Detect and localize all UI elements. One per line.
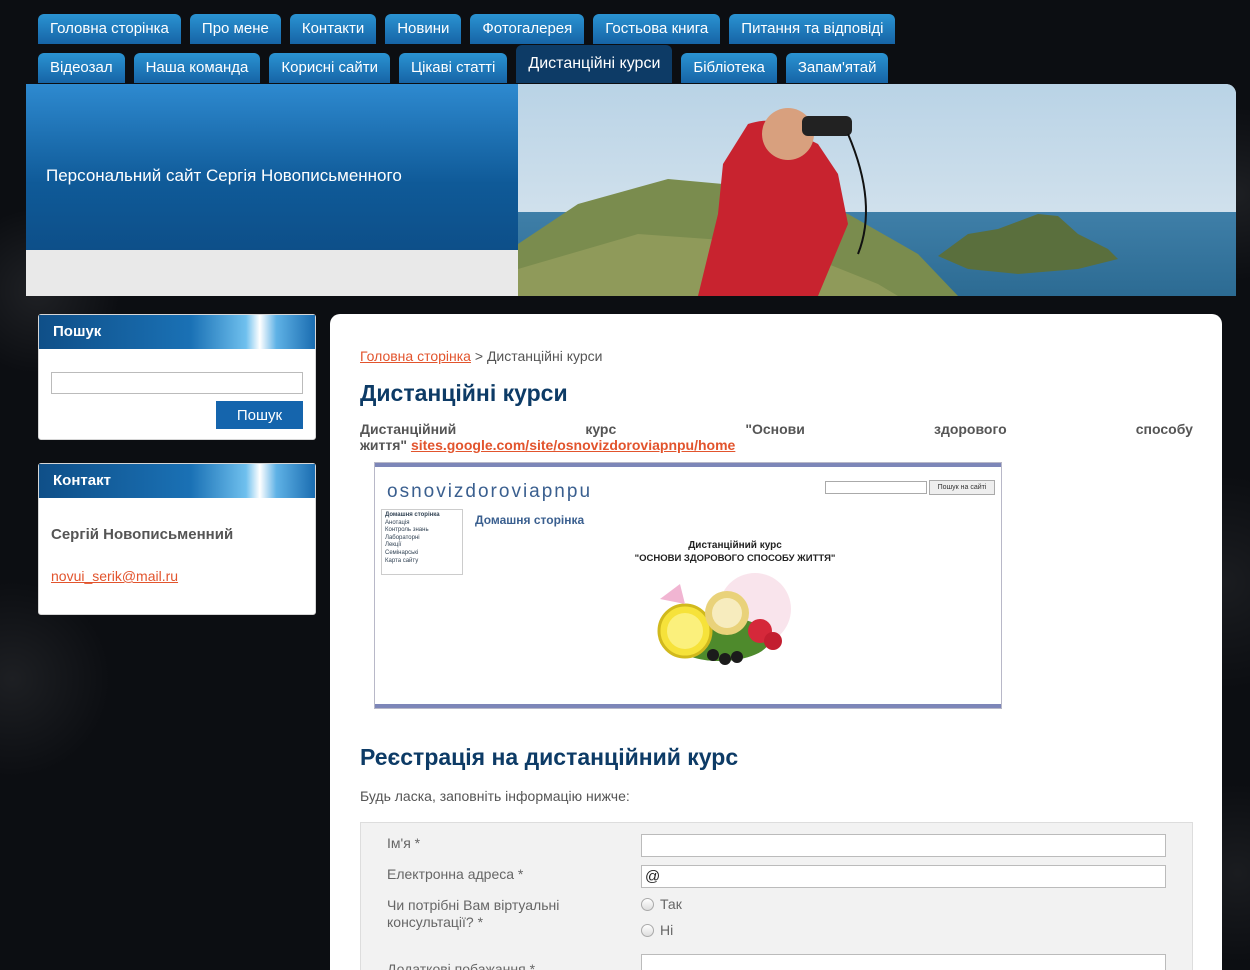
embedded-nav-item: Семінарські	[385, 549, 419, 556]
wishes-input[interactable]	[641, 954, 1166, 970]
embedded-course-line-1: Дистанційний курс	[688, 540, 782, 551]
tab-guestbook[interactable]: Гостьова книга	[593, 14, 721, 44]
search-widget: Пошук Пошук	[38, 314, 316, 440]
site-title: Персональний сайт Сергія Новописьменного	[46, 166, 402, 185]
intro-word: курс	[585, 421, 617, 437]
tab-remember[interactable]: Запам'ятай	[785, 53, 889, 83]
contact-widget: Контакт Сергій Новописьменний novui_seri…	[38, 463, 316, 615]
breadcrumb-current: Дистанційні курси	[486, 348, 603, 364]
registration-hint: Будь ласка, заповніть інформацію нижче:	[360, 788, 630, 804]
tab-about[interactable]: Про мене	[189, 14, 281, 44]
search-input[interactable]	[51, 372, 303, 394]
page-title: Дистанційні курси	[360, 380, 568, 406]
tab-distance-courses[interactable]: Дистанційні курси	[516, 45, 673, 83]
consult-label: Чи потрібні Вам віртуальні консультації?…	[387, 897, 560, 930]
intro-word: "Основи	[745, 421, 805, 437]
course-intro: Дистанційний курс "Основи здорового спос…	[360, 421, 1193, 453]
header-banner: Персональний сайт Сергія Новописьменного	[26, 84, 518, 250]
embedded-page-heading: Домашня сторінка	[475, 513, 585, 527]
embedded-nav-item: Лекції	[385, 542, 402, 549]
embedded-nav-item: Анотація	[385, 519, 410, 526]
intro-word: життя"	[360, 437, 408, 453]
embedded-course-line-2: "ОСНОВИ ЗДОРОВОГО СПОСОБУ ЖИТТЯ"	[634, 553, 836, 564]
contact-name: Сергій Новописьменний	[51, 526, 234, 543]
site-wrapper: Головна сторінка Про мене Контакти Новин…	[26, 0, 1238, 970]
embedded-nav-item: Домашня сторінка	[385, 512, 440, 518]
tab-articles[interactable]: Цікаві статті	[398, 53, 508, 83]
email-label: Електронна адреса *	[387, 866, 524, 882]
email-input[interactable]: @	[641, 865, 1166, 888]
screenshot-top-bar	[375, 463, 1001, 467]
embedded-nav-item: Лабораторні	[385, 534, 420, 541]
name-input[interactable]	[641, 834, 1166, 857]
course-site-screenshot[interactable]: osnovizdoroviapnpu Пошук на сайті Домашн…	[374, 462, 1002, 709]
course-site-link[interactable]: sites.google.com/site/osnovizdoroviapnpu…	[411, 437, 735, 453]
name-label: Ім'я *	[387, 835, 421, 851]
embedded-site-title: osnovizdoroviapnpu	[387, 481, 593, 502]
contact-email-link[interactable]: novui_serik@mail.ru	[51, 568, 178, 584]
embedded-nav-item: Контроль знань	[385, 527, 429, 534]
fruit-illustration	[657, 573, 791, 665]
nav-row-2: Відеозал Наша команда Корисні сайти Ціка…	[38, 45, 889, 83]
nav-row-1: Головна сторінка Про мене Контакти Новин…	[38, 14, 896, 44]
intro-word: Дистанційний	[360, 421, 457, 437]
main-content: Головна сторінка > Дистанційні курси Дис…	[330, 314, 1222, 970]
header-photo	[518, 84, 1236, 296]
embedded-search-input	[825, 481, 927, 494]
intro-word: способу	[1135, 421, 1193, 437]
contact-widget-title: Контакт	[39, 464, 315, 498]
screenshot-bottom-bar	[375, 704, 1001, 708]
tab-useful-sites[interactable]: Корисні сайти	[269, 53, 390, 83]
wishes-label: Додаткові побажання *	[387, 961, 536, 970]
breadcrumb: Головна сторінка > Дистанційні курси	[360, 348, 602, 364]
embedded-nav-item: Карта сайту	[385, 557, 419, 564]
tab-team[interactable]: Наша команда	[133, 53, 261, 83]
registration-title: Реєстрація на дистанційний курс	[360, 744, 739, 770]
search-button[interactable]: Пошук	[216, 401, 303, 429]
radio-circle-icon	[641, 923, 654, 937]
embedded-search-button: Пошук на сайті	[929, 480, 995, 495]
tab-news[interactable]: Новини	[385, 14, 462, 44]
consult-no-radio[interactable]: Ні	[641, 922, 673, 938]
consult-yes-radio[interactable]: Так	[641, 896, 682, 912]
tab-photo-gallery[interactable]: Фотогалерея	[470, 14, 585, 44]
breadcrumb-home-link[interactable]: Головна сторінка	[360, 348, 471, 364]
embedded-nav: Домашня сторінка Анотація Контроль знань…	[381, 509, 463, 575]
intro-word: здорового	[933, 421, 1007, 437]
site-header: Персональний сайт Сергія Новописьменного	[26, 84, 1236, 296]
tab-home[interactable]: Головна сторінка	[38, 14, 181, 44]
tab-faq[interactable]: Питання та відповіді	[729, 14, 896, 44]
tab-video[interactable]: Відеозал	[38, 53, 125, 83]
search-widget-title: Пошук	[39, 315, 315, 349]
breadcrumb-separator: >	[474, 348, 484, 364]
tab-contacts[interactable]: Контакти	[289, 14, 377, 44]
tab-library[interactable]: Бібліотека	[681, 53, 777, 83]
registration-form: Ім'я * Електронна адреса * @ Чи потрібні…	[360, 822, 1193, 970]
radio-circle-icon	[641, 897, 654, 911]
